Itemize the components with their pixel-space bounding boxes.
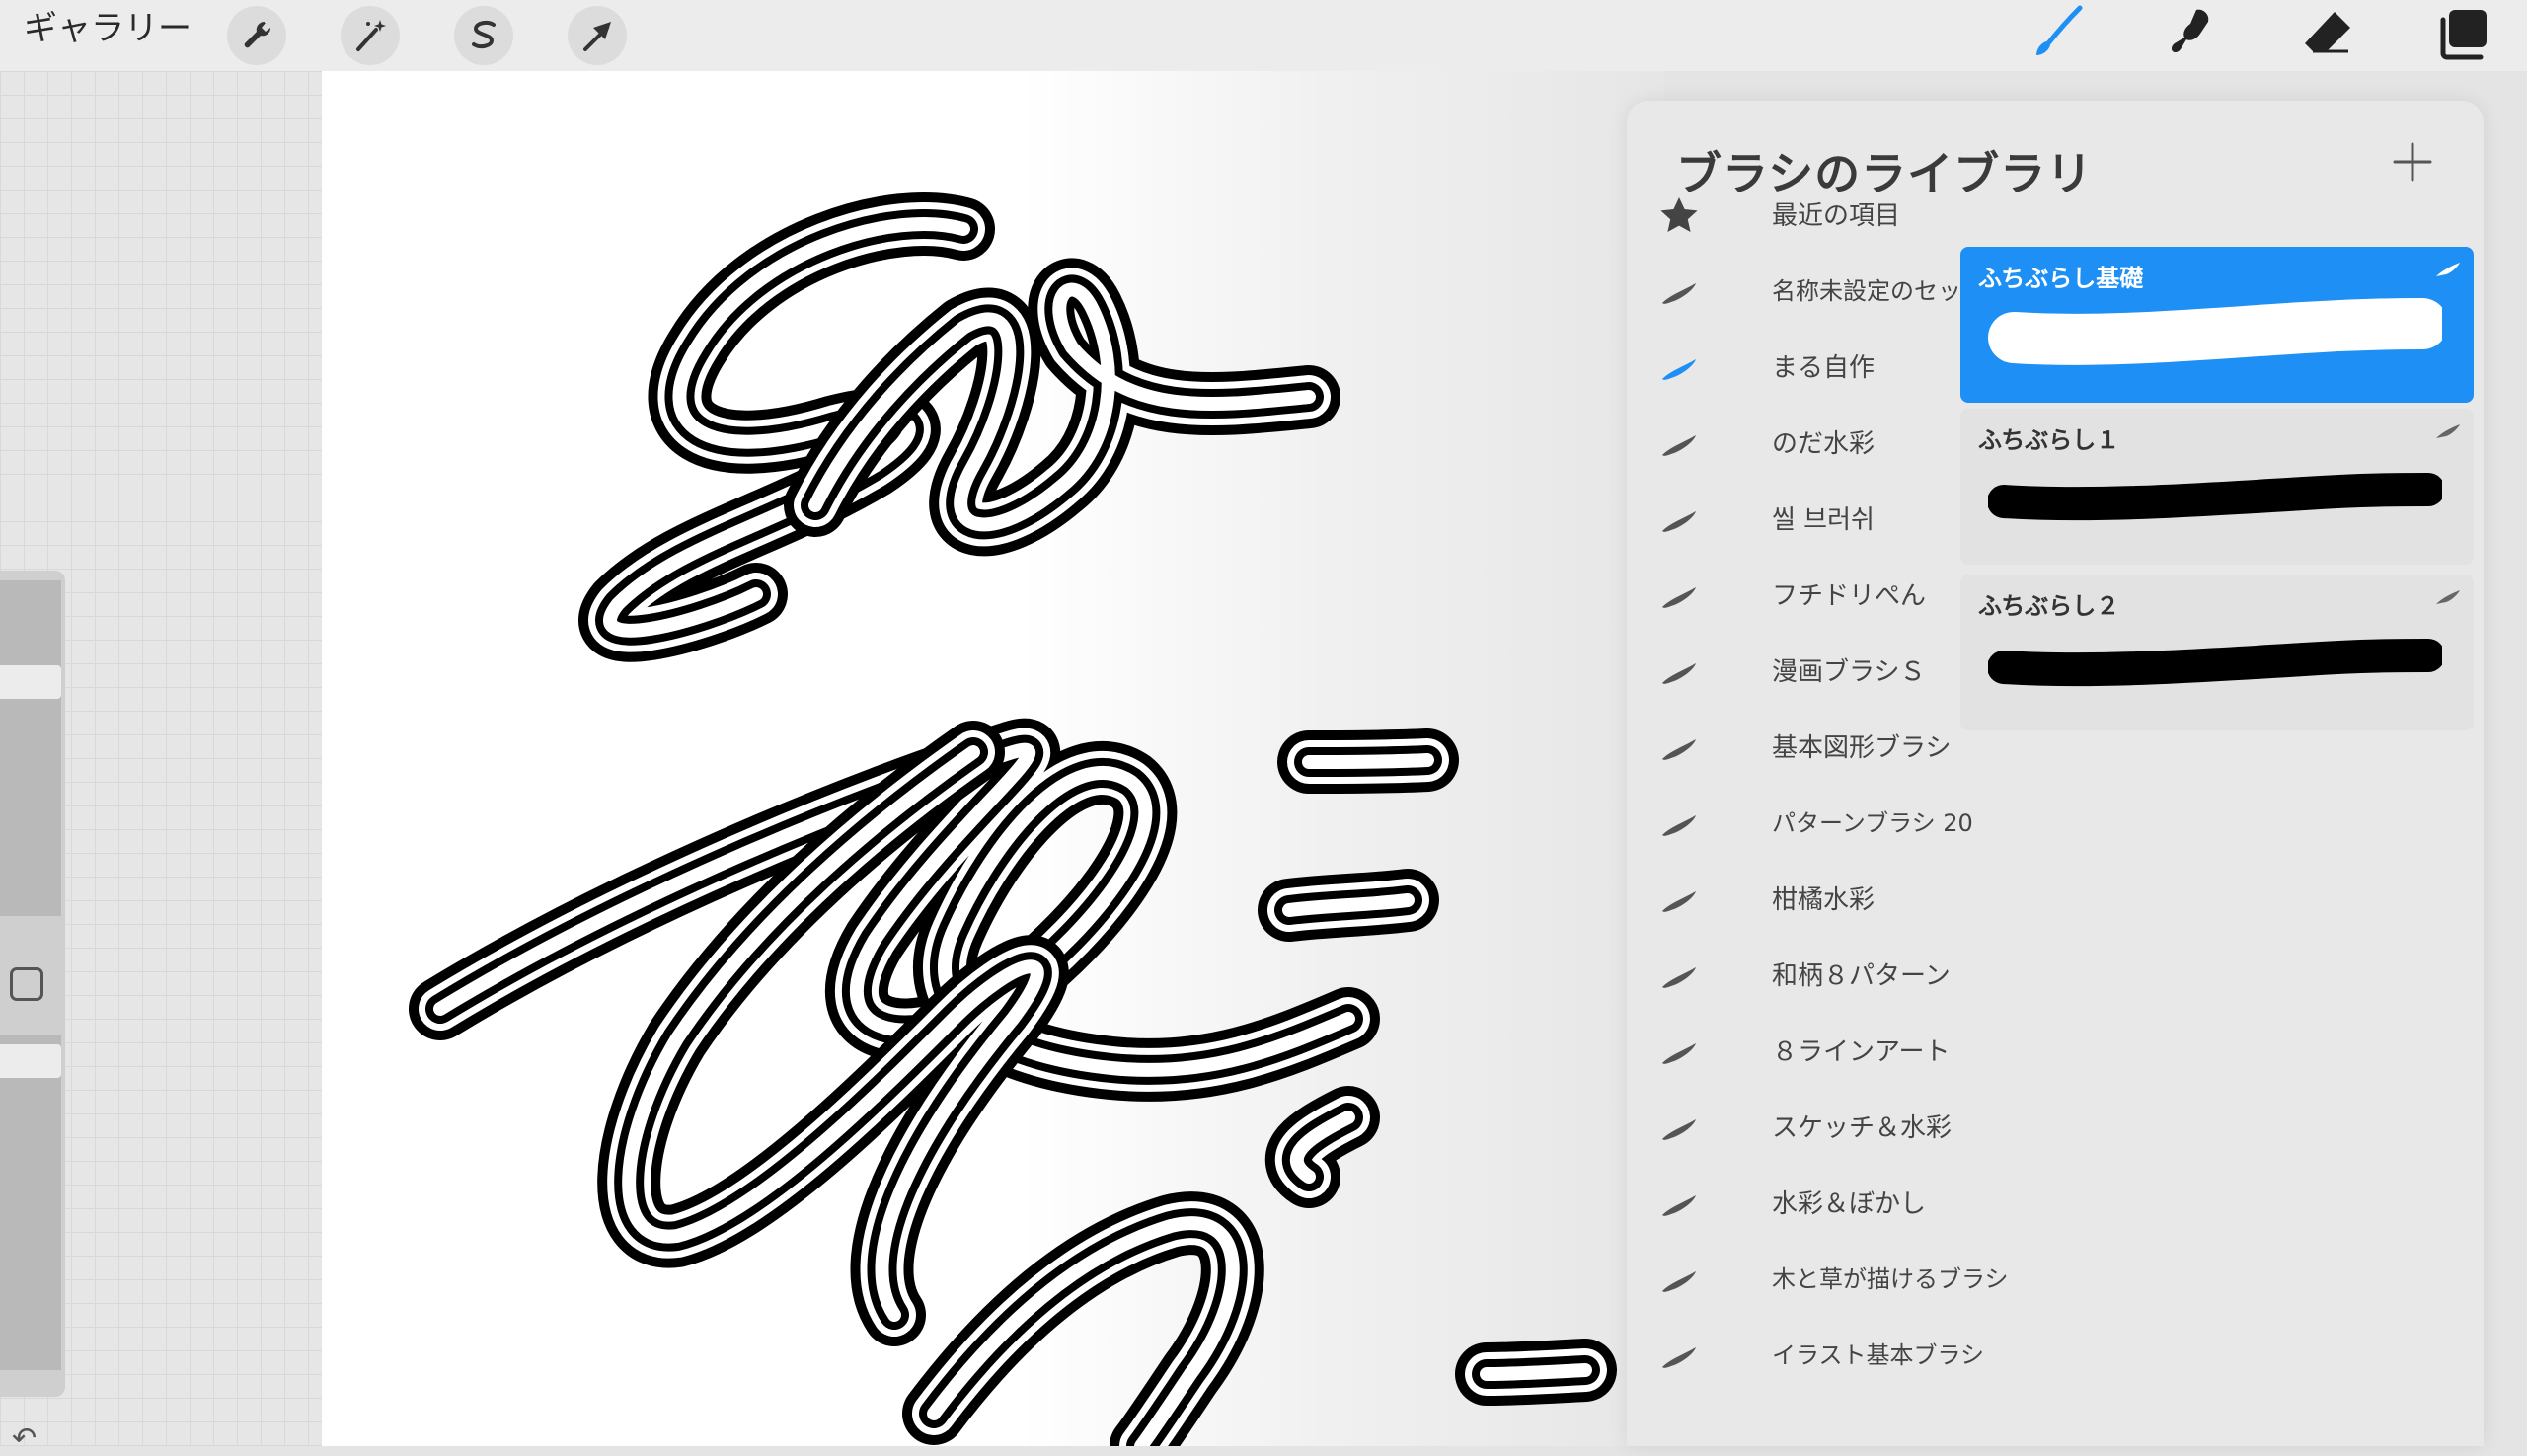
- brush-set-label: 最近の項目: [1772, 201, 1901, 231]
- wrench-icon[interactable]: [227, 6, 286, 65]
- brush-library-panel: ブラシのライブラリ 最近の項目 名称未設定のセット まる自作 のだ水彩 씰 브러쉬 フチド…: [1627, 101, 2484, 1446]
- brush-stroke-preview: [1987, 622, 2445, 705]
- brush-set-item[interactable]: スケッチ＆水彩: [1656, 1094, 2022, 1159]
- brush-set-item[interactable]: 和柄８パターン: [1656, 942, 2022, 1007]
- brush-size-thumb[interactable]: [0, 665, 61, 699]
- brush-stroke-icon: [1656, 269, 1702, 315]
- opacity-slider[interactable]: [0, 1035, 61, 1370]
- brush-icon[interactable]: [2022, 2, 2091, 65]
- star-icon: [1656, 193, 1702, 239]
- brush-set-label: 水彩＆ぼかし: [1772, 1189, 1927, 1219]
- brush-stroke-icon: [1656, 650, 1702, 695]
- brush-set-label: のだ水彩: [1772, 429, 1876, 459]
- brush-set-label: 柑橘水彩: [1772, 885, 1876, 915]
- brush-stroke-icon: [1656, 954, 1702, 999]
- brush-name: ふちぶらし基礎: [1978, 265, 2144, 292]
- brush-name: ふちぶらし１: [1978, 426, 2120, 454]
- magic-wand-icon[interactable]: [341, 6, 400, 65]
- layers-icon[interactable]: [2430, 2, 2499, 65]
- square-modify-icon[interactable]: [10, 967, 43, 1001]
- gallery-button[interactable]: ギャラリー: [24, 8, 191, 49]
- left-sidebar: [0, 571, 65, 1397]
- brush-card[interactable]: ふちぶらし１: [1960, 409, 2474, 565]
- brush-set-label: 基本図形ブラシ: [1772, 733, 1952, 763]
- brush-card[interactable]: ふちぶらし２: [1960, 575, 2474, 730]
- smudge-icon[interactable]: [2158, 2, 2227, 65]
- top-toolbar: ギャラリー: [0, 0, 2527, 71]
- brush-stroke-icon: [1656, 726, 1702, 771]
- brush-stroke-icon: [1656, 498, 1702, 543]
- brush-set-label: パターンブラシ 20: [1772, 809, 1973, 837]
- brush-stroke-icon: [1656, 1030, 1702, 1075]
- eraser-icon[interactable]: [2294, 2, 2363, 65]
- plus-icon[interactable]: [2387, 136, 2438, 188]
- brush-stroke-icon: [1656, 1182, 1702, 1227]
- brush-set-item[interactable]: イラスト基本ブラシ: [1656, 1322, 2022, 1387]
- ink-stroke-center: [1302, 753, 1434, 769]
- brush-set-label: 漫画ブラシＳ: [1772, 657, 1926, 687]
- brush-set-label: まる自作: [1772, 353, 1876, 383]
- undo-icon[interactable]: ↶: [12, 1421, 37, 1456]
- brush-stroke-icon: [1656, 574, 1702, 619]
- brush-size-slider[interactable]: [0, 580, 61, 916]
- arrow-icon[interactable]: [568, 6, 627, 65]
- brush-stroke-icon: [1656, 1334, 1702, 1379]
- brush-type-icon: [2434, 588, 2462, 606]
- selection-s-icon[interactable]: [454, 6, 513, 65]
- brush-set-label: スケッチ＆水彩: [1772, 1113, 1953, 1143]
- brush-set-label: イラスト基本ブラシ: [1772, 1341, 1985, 1369]
- brush-set-label: ８ラインアート: [1772, 1037, 1951, 1067]
- brush-stroke-icon: [1656, 1258, 1702, 1303]
- brush-stroke-preview: [1987, 456, 2445, 539]
- brush-set-item[interactable]: 木と草が描けるブラシ: [1656, 1246, 2022, 1311]
- brush-stroke-icon: [1656, 1106, 1702, 1151]
- brush-set-item[interactable]: 柑橘水彩: [1656, 866, 2022, 931]
- brush-name: ふちぶらし２: [1978, 592, 2120, 620]
- brush-set-item[interactable]: 水彩＆ぼかし: [1656, 1170, 2022, 1235]
- brush-stroke-icon: [1656, 878, 1702, 923]
- brush-stroke-icon: [1656, 802, 1702, 847]
- brush-set-label: 씰 브러쉬: [1772, 505, 1875, 535]
- opacity-thumb[interactable]: [0, 1044, 61, 1078]
- brush-stroke-icon: [1656, 345, 1702, 391]
- brush-set-label: 木と草が描けるブラシ: [1772, 1265, 2009, 1293]
- brush-set-item[interactable]: パターンブラシ 20: [1656, 790, 2022, 855]
- brush-set-item[interactable]: 最近の項目: [1656, 182, 2022, 247]
- brush-set-label: フチドリぺん: [1772, 581, 1927, 611]
- brush-stroke-icon: [1656, 421, 1702, 467]
- brush-card[interactable]: ふちぶらし基礎: [1960, 247, 2474, 403]
- brush-type-icon: [2434, 261, 2462, 278]
- brush-set-label: 名称未設定のセット: [1772, 277, 1985, 305]
- brush-stroke-preview: [1988, 294, 2448, 377]
- canvas-drawing: [409, 192, 1617, 1446]
- ink-stroke-center: [1480, 1363, 1592, 1381]
- brush-set-item[interactable]: ８ラインアート: [1656, 1018, 2022, 1083]
- brush-set-label: 和柄８パターン: [1772, 961, 1951, 991]
- brush-type-icon: [2434, 422, 2462, 440]
- ink-stroke-center: [1282, 893, 1415, 917]
- drawing-canvas[interactable]: [322, 71, 1664, 1446]
